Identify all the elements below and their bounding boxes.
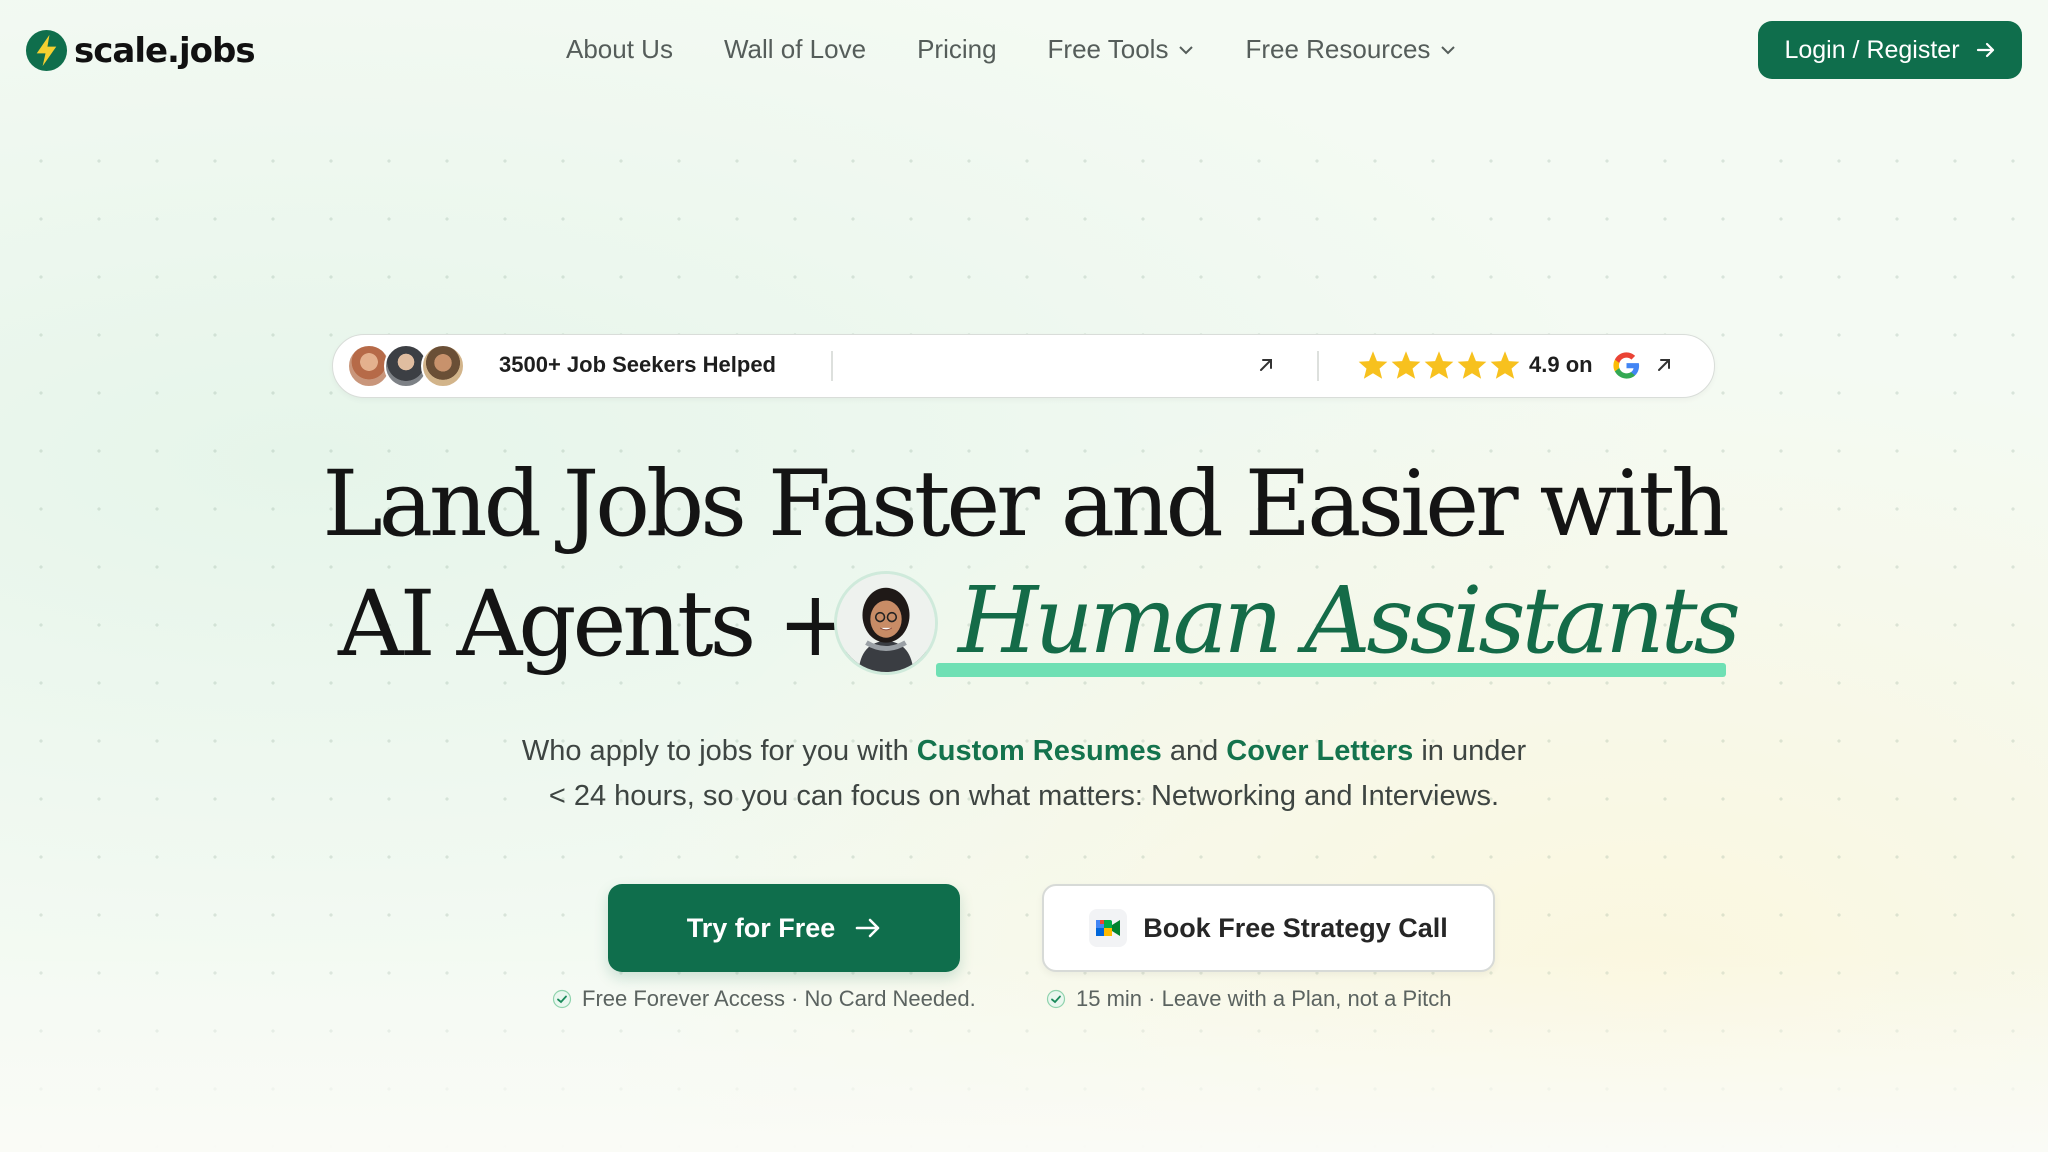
nav-label: Wall of Love — [723, 34, 867, 64]
custom-resumes-highlight: Custom Resumes — [916, 735, 1162, 767]
avatar-group — [347, 344, 465, 388]
social-proof-bar: 3500+ Job Seekers Helped 4.9 on — [332, 334, 1715, 398]
star-icon — [1391, 351, 1421, 379]
chevron-down-icon — [1179, 45, 1194, 54]
try-label: Try for Free — [686, 912, 836, 943]
bottom-fade — [0, 952, 2048, 1152]
sub-text: Who apply to jobs for you with — [521, 735, 909, 767]
hero-subheading-line2: < 24 hours, so you can focus on what mat… — [548, 780, 1500, 812]
arrow-right-icon — [1976, 42, 1994, 58]
cover-letters-highlight: Cover Letters — [1226, 735, 1414, 767]
assistant-avatar — [834, 571, 938, 675]
google-icon — [1613, 352, 1640, 379]
nav-label: Pricing — [917, 34, 997, 64]
divider — [831, 351, 833, 381]
strategy-call-note: 15 min · Leave with a Plan, not a Pitch — [1046, 986, 1451, 1012]
star-icon — [1424, 351, 1454, 379]
hero-heading-line1: Land Jobs Faster and Easier with — [322, 452, 1729, 557]
arrow-up-right-icon[interactable] — [1257, 356, 1275, 374]
arrow-up-right-icon[interactable] — [1655, 356, 1673, 374]
star-icon — [1457, 351, 1487, 379]
login-register-button[interactable]: Login / Register — [1758, 21, 2022, 79]
nav-wall-of-love[interactable]: Wall of Love — [724, 34, 866, 65]
google-meet-icon — [1089, 909, 1128, 947]
try-for-free-button[interactable]: Try for Free — [608, 884, 960, 972]
hero-heading-line2: AI Agents + — [338, 572, 853, 677]
nav-label: About Us — [566, 34, 673, 64]
chevron-down-icon — [1441, 45, 1456, 54]
check-circle-icon — [1046, 989, 1066, 1009]
free-access-note: Free Forever Access · No Card Needed. — [552, 986, 976, 1012]
nav-label: Free Tools — [1047, 34, 1169, 64]
star-icon — [1490, 351, 1520, 379]
nav-free-resources[interactable]: Free Resources — [1245, 34, 1456, 65]
divider — [1317, 351, 1319, 381]
rating-text: 4.9 on — [1529, 352, 1593, 377]
star-icon — [1358, 351, 1388, 379]
rating-stars — [1357, 350, 1521, 380]
main-nav: About Us Wall of Love Pricing Free Tools… — [566, 34, 1456, 65]
login-label: Login / Register — [1784, 35, 1960, 64]
hero-subheading-line1: Who apply to jobs for you with Custom Re… — [0, 729, 2048, 773]
nav-about-us[interactable]: About Us — [566, 34, 673, 65]
person-illustration — [837, 574, 935, 672]
note-text: 15 min · Leave with a Plan, not a Pitch — [1076, 986, 1452, 1011]
note-text: Free Forever Access · No Card Needed. — [582, 986, 976, 1011]
nav-free-tools[interactable]: Free Tools — [1048, 34, 1195, 65]
nav-pricing[interactable]: Pricing — [917, 34, 996, 65]
lightning-logo-icon — [25, 29, 68, 72]
job-seekers-helped-text: 3500+ Job Seekers Helped — [499, 352, 776, 377]
arrow-right-icon — [855, 918, 880, 938]
logo-text: scale.jobs — [74, 30, 256, 71]
sub-text: in under — [1421, 735, 1527, 767]
sub-text: and — [1169, 735, 1219, 767]
check-circle-icon — [552, 989, 572, 1009]
hero-heading-highlight: Human Assistants — [958, 567, 1741, 674]
avatar — [421, 344, 465, 388]
nav-label: Free Resources — [1245, 34, 1431, 64]
logo[interactable]: scale.jobs — [25, 29, 256, 72]
book-label: Book Free Strategy Call — [1143, 912, 1448, 943]
book-strategy-call-button[interactable]: Book Free Strategy Call — [1042, 884, 1495, 972]
